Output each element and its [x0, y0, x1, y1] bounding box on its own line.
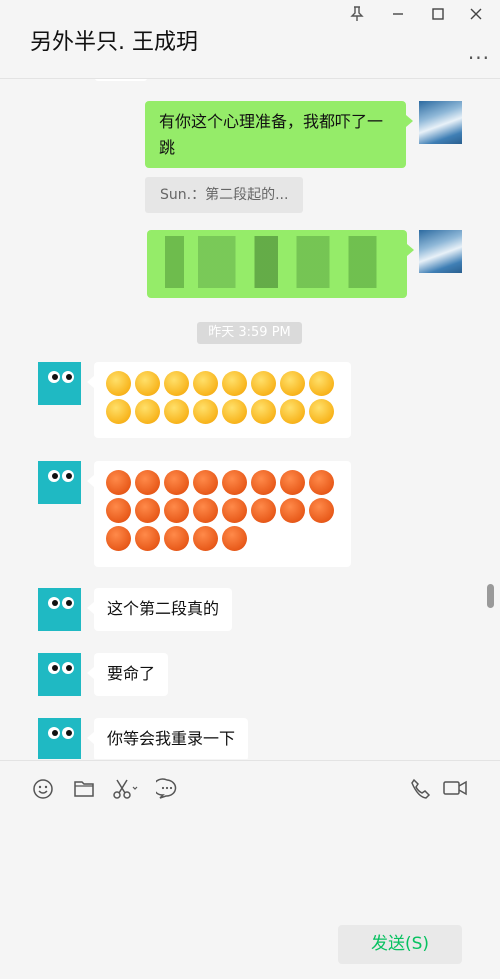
message-input[interactable]: [0, 816, 500, 916]
chat-title: 另外半只. 王成玥: [30, 30, 198, 55]
angry-sweat-emoji-icon: [193, 470, 218, 495]
phone-icon[interactable]: [408, 778, 432, 800]
contact-avatar[interactable]: [38, 461, 81, 504]
scissors-icon[interactable]: [112, 778, 140, 800]
angry-sweat-emoji-icon: [135, 526, 160, 551]
chat-history-icon[interactable]: [152, 778, 179, 800]
send-button[interactable]: 发送(S): [338, 925, 462, 964]
angry-sweat-emoji-icon: [135, 470, 160, 495]
contact-avatar[interactable]: [38, 653, 81, 696]
rofl-emoji-icon: [193, 371, 218, 396]
minimize-icon[interactable]: [385, 6, 411, 26]
contact-avatar[interactable]: [38, 718, 81, 759]
contact-avatar[interactable]: [38, 588, 81, 631]
angry-sweat-emoji-icon: [309, 470, 334, 495]
angry-sweat-emoji-icon: [164, 470, 189, 495]
maximize-icon[interactable]: [425, 6, 451, 26]
contact-message-bubble[interactable]: 你等会我重录一下: [86, 718, 249, 759]
rofl-emoji-icon: [135, 399, 160, 424]
my-message-bubble-blurred[interactable]: [147, 230, 414, 298]
contact-message-bubble[interactable]: 这个第二段真的: [86, 588, 233, 631]
rofl-emoji-icon: [280, 371, 305, 396]
contact-message-bubble[interactable]: 要命了: [86, 653, 169, 696]
partial-message: [95, 79, 147, 81]
rofl-emoji-icon: [280, 399, 305, 424]
timestamp: 昨天 3:59 PM: [197, 322, 302, 344]
rofl-emoji-icon: [135, 371, 160, 396]
close-icon[interactable]: [463, 6, 489, 26]
angry-sweat-emoji-icon: [222, 470, 247, 495]
my-avatar[interactable]: [419, 101, 462, 144]
angry-sweat-emoji-icon: [106, 498, 131, 523]
blurred-content: [165, 236, 400, 288]
rofl-emoji-icon: [251, 399, 276, 424]
scrollbar-thumb[interactable]: [487, 584, 494, 608]
rofl-emoji-icon: [106, 371, 131, 396]
contact-avatar[interactable]: [38, 362, 81, 405]
angry-sweat-emoji-icon: [280, 498, 305, 523]
rofl-emoji-icon: [106, 399, 131, 424]
angry-sweat-emoji-icon: [106, 470, 131, 495]
angry-sweat-emoji-icon: [309, 498, 334, 523]
angry-sweat-emoji-icon: [280, 470, 305, 495]
angry-sweat-emoji-icon: [164, 498, 189, 523]
angry-sweat-emoji-icon: [251, 498, 276, 523]
rofl-emoji-icon: [309, 371, 334, 396]
folder-icon[interactable]: [72, 778, 96, 800]
contact-emoji-bubble[interactable]: [87, 362, 351, 438]
angry-sweat-emoji-icon: [222, 526, 247, 551]
rofl-emoji-icon: [164, 399, 189, 424]
quoted-message[interactable]: Sun.：第二段起的...: [145, 177, 304, 213]
video-icon[interactable]: [442, 778, 468, 800]
angry-sweat-emoji-icon: [193, 498, 218, 523]
rofl-emoji-icon: [222, 371, 247, 396]
rofl-emoji-icon: [193, 399, 218, 424]
angry-sweat-emoji-icon: [164, 526, 189, 551]
rofl-emoji-icon: [251, 371, 276, 396]
angry-sweat-emoji-icon: [193, 526, 218, 551]
rofl-emoji-icon: [164, 371, 189, 396]
chat-area[interactable]: 有你这个心理准备，我都吓了一跳 Sun.：第二段起的... 昨天 3:59 PM…: [0, 79, 500, 759]
angry-sweat-emoji-icon: [222, 498, 247, 523]
angry-sweat-emoji-icon: [135, 498, 160, 523]
rofl-emoji-icon: [309, 399, 334, 424]
angry-sweat-emoji-icon: [251, 470, 276, 495]
more-options-button[interactable]: ...: [468, 40, 490, 64]
input-toolbar: [0, 760, 500, 816]
angry-sweat-emoji-icon: [106, 526, 131, 551]
contact-emoji-bubble[interactable]: [87, 461, 351, 567]
my-avatar[interactable]: [419, 230, 462, 273]
rofl-emoji-icon: [222, 399, 247, 424]
title-bar: 另外半只. 王成玥 ...: [0, 0, 500, 79]
my-message-bubble[interactable]: 有你这个心理准备，我都吓了一跳: [145, 101, 413, 168]
emoji-icon[interactable]: [31, 778, 55, 800]
pin-icon[interactable]: [344, 6, 370, 26]
